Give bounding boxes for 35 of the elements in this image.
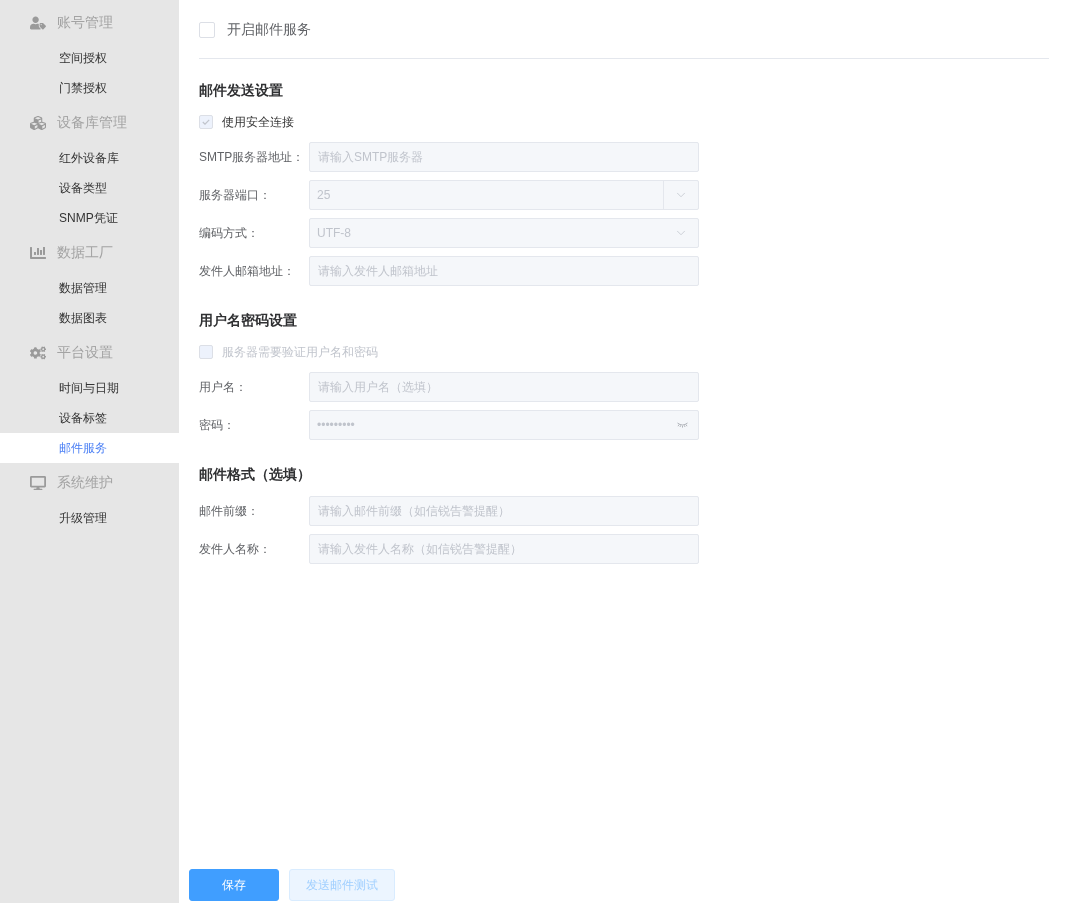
menu-item[interactable]: 设备标签 bbox=[0, 403, 179, 433]
field-label: 编码方式： bbox=[199, 224, 260, 242]
section-title: 用户名密码设置 bbox=[199, 311, 298, 330]
checkbox-label[interactable]: 开启邮件服务 bbox=[227, 21, 311, 39]
field-label: 发件人邮箱地址： bbox=[199, 262, 296, 280]
user-icon bbox=[29, 15, 46, 31]
field-label: 发件人名称： bbox=[199, 540, 272, 558]
cubes-icon bbox=[29, 115, 46, 131]
menu-group-title: 设备库管理 bbox=[57, 114, 127, 132]
field-label: 用户名： bbox=[199, 378, 248, 396]
menu-item[interactable]: 数据管理 bbox=[0, 273, 179, 303]
field-label: SMTP服务器地址： bbox=[199, 148, 306, 166]
menu-group-title: 系统维护 bbox=[57, 474, 113, 492]
field-label: 邮件前缀： bbox=[199, 502, 260, 520]
menu-item[interactable]: 门禁授权 bbox=[0, 73, 179, 103]
menu-group-title: 数据工厂 bbox=[57, 244, 113, 262]
menu-item[interactable]: 设备类型 bbox=[0, 173, 179, 203]
field-label: 服务器端口： bbox=[199, 186, 272, 204]
section-title: 邮件格式（选填） bbox=[199, 465, 312, 484]
menu-item[interactable]: 时间与日期 bbox=[0, 373, 179, 403]
menu-item[interactable]: 升级管理 bbox=[0, 503, 179, 533]
menu-item[interactable]: 红外设备库 bbox=[0, 143, 179, 173]
section-title: 邮件发送设置 bbox=[199, 81, 284, 100]
menu-group-title: 账号管理 bbox=[57, 14, 113, 32]
menu-item[interactable]: 邮件服务 bbox=[0, 433, 179, 463]
check-icon bbox=[202, 119, 210, 125]
gears-icon bbox=[29, 345, 46, 361]
checkbox[interactable] bbox=[199, 22, 215, 38]
menu-item[interactable]: 数据图表 bbox=[0, 303, 179, 333]
field-label: 密码： bbox=[199, 416, 236, 434]
menu-item[interactable]: SNMP凭证 bbox=[0, 203, 179, 233]
monitor-icon bbox=[29, 475, 46, 491]
bar-chart-icon bbox=[29, 245, 46, 261]
menu-item[interactable]: 空间授权 bbox=[0, 43, 179, 73]
menu-group-title: 平台设置 bbox=[57, 344, 113, 362]
